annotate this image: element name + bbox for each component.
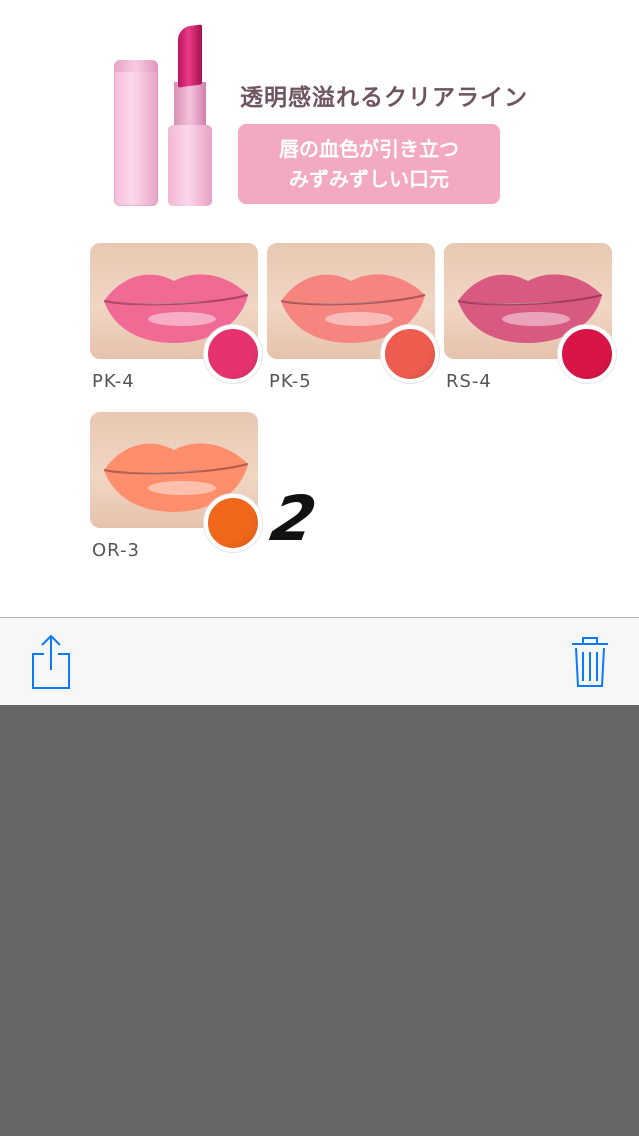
trash-icon — [572, 637, 608, 687]
photo-image: 透明感溢れるクリアライン 唇の血色が引き立つ みずみずしい口元 PK-4 PK-… — [0, 0, 639, 617]
swatch-rs-4: RS-4 — [444, 243, 624, 403]
swatch-pk-4: PK-4 — [90, 243, 270, 403]
share-button[interactable] — [26, 632, 76, 692]
tagline-box: 唇の血色が引き立つ みずみずしい口元 — [238, 124, 500, 204]
swatch-pk-5: PK-5 — [267, 243, 447, 403]
lipstick-sleeve — [174, 82, 206, 128]
lipstick-bullet — [178, 24, 202, 88]
lipstick-base — [168, 125, 212, 206]
tagline-line-2: みずみずしい口元 — [289, 167, 449, 191]
number-badge: 2 — [265, 482, 322, 555]
color-dot — [558, 325, 616, 383]
share-icon — [32, 634, 70, 689]
empty-background — [0, 705, 639, 1136]
color-dot — [204, 494, 262, 552]
tagline-line-1: 唇の血色が引き立つ — [279, 137, 459, 161]
shade-code: PK-4 — [92, 371, 135, 392]
shade-code: OR-3 — [92, 540, 140, 561]
headline-text: 透明感溢れるクリアライン — [240, 85, 528, 111]
swatch-or-3: OR-3 — [90, 412, 270, 572]
photo-toolbar — [0, 617, 639, 705]
lipstick-cap-top — [114, 60, 158, 72]
shade-code: RS-4 — [446, 371, 492, 392]
color-dot — [381, 325, 439, 383]
lip-gloss-highlight — [148, 312, 216, 326]
lipstick-cap — [114, 60, 158, 206]
lip-gloss-highlight — [148, 481, 216, 495]
lip-gloss-highlight — [325, 312, 393, 326]
delete-button[interactable] — [566, 632, 614, 692]
shade-code: PK-5 — [269, 371, 312, 392]
lip-gloss-highlight — [502, 312, 570, 326]
lipstick-product-image — [108, 20, 218, 210]
color-dot — [204, 325, 262, 383]
